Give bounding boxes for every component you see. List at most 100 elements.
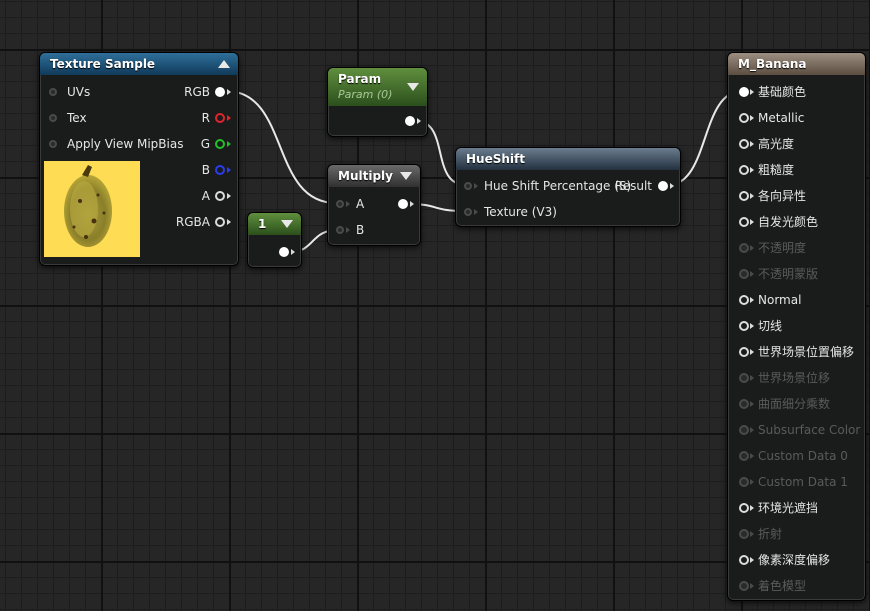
material-pin-8[interactable] <box>739 295 749 305</box>
pin-uvs-input[interactable] <box>49 88 57 96</box>
pin-g-output[interactable] <box>215 139 225 149</box>
pin-label-b: B <box>201 163 210 177</box>
material-pin-4[interactable] <box>739 191 749 201</box>
material-pin-arrow-icon <box>750 557 754 563</box>
material-pin-label: 切线 <box>758 319 783 333</box>
pin-r-output[interactable] <box>215 113 225 123</box>
constant-output-pin[interactable] <box>279 247 289 257</box>
material-pin-9[interactable] <box>739 321 749 331</box>
param-output-pin[interactable] <box>405 116 415 126</box>
material-pin-label: Custom Data 1 <box>758 475 848 489</box>
pin-b-arrow-icon <box>227 167 231 173</box>
multiply-a-input[interactable] <box>336 200 344 208</box>
material-pin-14[interactable] <box>739 451 749 461</box>
hueshift-percentage-input[interactable] <box>464 182 472 190</box>
multiply-a-label: A <box>356 197 365 211</box>
multiply-b-label: B <box>356 223 365 237</box>
multiply-node[interactable]: Multiply A B <box>327 164 421 246</box>
material-pin-label: Custom Data 0 <box>758 449 848 463</box>
material-pin-17[interactable] <box>739 529 749 539</box>
material-pin-arrow-icon <box>750 297 754 303</box>
material-pin-6[interactable] <box>739 243 749 253</box>
multiply-b-input[interactable] <box>336 226 344 234</box>
pin-r-arrow-icon <box>227 115 231 121</box>
material-pin-label: 高光度 <box>758 137 795 151</box>
dropdown-triangle-icon[interactable] <box>400 172 412 180</box>
material-pin-15[interactable] <box>739 477 749 487</box>
material-pin-3[interactable] <box>739 165 749 175</box>
material-pin-arrow-icon <box>750 531 754 537</box>
material-pin-label: 自发光颜色 <box>758 215 819 229</box>
pin-b-output[interactable] <box>215 165 225 175</box>
texture-sample-node[interactable]: Texture Sample UVs Tex Apply View MipBia… <box>39 52 239 266</box>
param-header[interactable]: Param Param (0) <box>328 68 427 106</box>
material-pin-13[interactable] <box>739 425 749 435</box>
hueshift-percentage-arrow-icon <box>474 183 478 189</box>
pin-label-tex: Tex <box>67 111 87 125</box>
hueshift-result-output[interactable] <box>658 181 668 191</box>
material-pin-label: 着色模型 <box>758 579 807 593</box>
pin-label-a: A <box>201 189 210 203</box>
material-pin-label: Metallic <box>758 111 805 125</box>
pin-label-rgb: RGB <box>184 85 210 99</box>
constant-title: 1 <box>258 217 267 231</box>
pin-rgba-output[interactable] <box>215 217 225 227</box>
hueshift-percentage-label: Hue Shift Percentage (S) <box>484 179 632 193</box>
hueshift-header[interactable]: HueShift <box>456 148 680 170</box>
hueshift-node[interactable]: HueShift Hue Shift Percentage (S) Textur… <box>455 147 681 227</box>
material-pin-19[interactable] <box>739 581 749 591</box>
material-pin-10[interactable] <box>739 347 749 357</box>
multiply-a-arrow-icon <box>346 201 350 207</box>
pin-mipbias-input[interactable] <box>49 140 57 148</box>
hueshift-texture-input[interactable] <box>464 208 472 216</box>
material-pin-16[interactable] <box>739 503 749 513</box>
material-pin-label: 各向异性 <box>758 189 807 203</box>
material-pin-arrow-icon <box>750 427 754 433</box>
pin-tex-input[interactable] <box>49 114 57 122</box>
material-pin-1[interactable] <box>739 113 749 123</box>
collapse-triangle-icon[interactable] <box>218 60 230 68</box>
material-pin-arrow-icon <box>750 479 754 485</box>
material-pin-5[interactable] <box>739 217 749 227</box>
material-pin-label: 折射 <box>758 527 783 541</box>
material-pin-arrow-icon <box>750 453 754 459</box>
hueshift-result-arrow-icon <box>670 183 674 189</box>
banana-texture-icon <box>44 161 140 257</box>
texture-sample-title: Texture Sample <box>50 57 156 71</box>
material-pin-label: 不透明度 <box>758 241 807 255</box>
material-pin-label: 曲面细分乘数 <box>758 397 831 411</box>
dropdown-triangle-icon[interactable] <box>407 83 419 91</box>
multiply-header[interactable]: Multiply <box>328 165 420 187</box>
material-pin-12[interactable] <box>739 399 749 409</box>
material-pin-arrow-icon <box>750 401 754 407</box>
material-pin-2[interactable] <box>739 139 749 149</box>
material-node[interactable]: M_Banana 基础颜色 Metallic 高光度 粗糙度 各向异性 自发光颜色 不透明度… <box>727 52 866 601</box>
wire-rgb-to-multiply-a[interactable] <box>225 90 337 204</box>
material-pin-label: 像素深度偏移 <box>758 553 831 567</box>
material-title: M_Banana <box>738 57 807 71</box>
material-pin-arrow-icon <box>750 349 754 355</box>
material-pin-11[interactable] <box>739 373 749 383</box>
pin-rgba-arrow-icon <box>227 219 231 225</box>
multiply-b-arrow-icon <box>346 227 350 233</box>
constant-header[interactable]: 1 <box>248 213 301 235</box>
material-header[interactable]: M_Banana <box>728 53 865 75</box>
pin-a-output[interactable] <box>215 191 225 201</box>
param-node[interactable]: Param Param (0) <box>327 67 428 137</box>
texture-sample-header[interactable]: Texture Sample <box>40 53 238 75</box>
pin-label-r: R <box>201 111 210 125</box>
pin-label-uvs: UVs <box>67 85 91 99</box>
material-pin-0[interactable] <box>739 87 749 97</box>
multiply-output-pin[interactable] <box>398 199 408 209</box>
multiply-title: Multiply <box>338 169 393 183</box>
material-pin-7[interactable] <box>739 269 749 279</box>
pin-rgb-arrow-icon <box>227 89 231 95</box>
material-pin-18[interactable] <box>739 555 749 565</box>
material-pin-label: 世界场景位置偏移 <box>758 345 855 359</box>
constant-node[interactable]: 1 <box>247 212 302 268</box>
material-pin-arrow-icon <box>750 245 754 251</box>
pin-rgb-output[interactable] <box>215 87 225 97</box>
texture-thumbnail <box>44 161 140 257</box>
dropdown-triangle-icon[interactable] <box>281 220 293 228</box>
material-pin-label: 基础颜色 <box>758 85 807 99</box>
